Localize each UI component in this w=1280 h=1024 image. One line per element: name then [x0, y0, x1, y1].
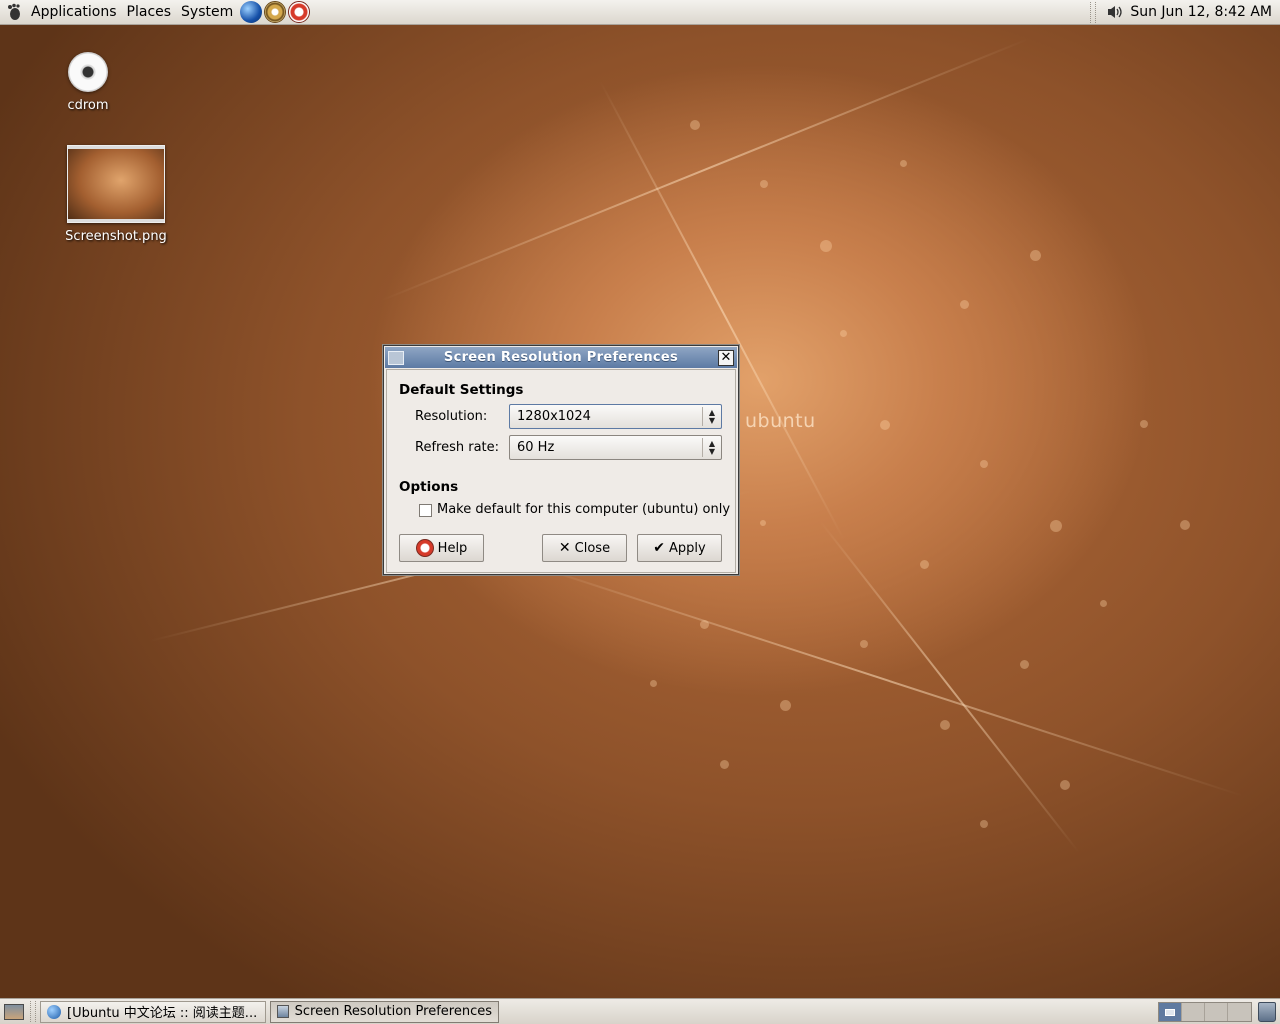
ubuntu-watermark: ubuntu	[745, 410, 816, 432]
wallpaper-streak	[379, 37, 1030, 302]
bokeh-dot	[760, 180, 768, 188]
taskbar-item-browser[interactable]: [Ubuntu 中文论坛 :: 阅读主题...	[40, 1000, 266, 1023]
bokeh-dot	[820, 240, 832, 252]
gnome-foot-icon[interactable]	[4, 2, 24, 22]
show-desktop-icon[interactable]	[4, 1003, 24, 1020]
bokeh-dot	[690, 120, 700, 130]
refresh-rate-value: 60 Hz	[517, 440, 555, 455]
desktop-icon-label: cdrom	[67, 98, 109, 113]
menu-applications[interactable]: Applications	[26, 0, 122, 25]
bokeh-dot	[880, 420, 890, 430]
workspace-1[interactable]	[1159, 1002, 1182, 1021]
bokeh-dot	[1100, 600, 1107, 607]
bokeh-dot	[940, 720, 950, 730]
screen-resolution-dialog: Screen Resolution Preferences ✕ Default …	[383, 345, 739, 575]
bokeh-dot	[760, 520, 766, 526]
bokeh-dot	[920, 560, 929, 569]
close-icon[interactable]: ✕	[718, 349, 734, 366]
globe-icon	[47, 1004, 61, 1019]
cdrom-icon	[68, 52, 108, 92]
taskbar-item-label: Screen Resolution Preferences	[294, 1004, 492, 1019]
bokeh-dot	[980, 820, 988, 828]
close-icon: ✕	[558, 540, 571, 556]
bokeh-dot	[1020, 660, 1029, 669]
clock[interactable]: Sun Jun 12, 8:42 AM	[1124, 4, 1280, 20]
options-heading: Options	[399, 479, 459, 495]
menu-system[interactable]: System	[176, 0, 238, 25]
checkmark-icon: ✔	[653, 540, 666, 556]
apply-button[interactable]: ✔ Apply	[637, 534, 722, 562]
bokeh-dot	[780, 700, 791, 711]
help-button[interactable]: Help	[399, 534, 484, 562]
bokeh-dot	[860, 640, 868, 648]
refresh-rate-combo[interactable]: 60 Hz ▲ ▼	[509, 435, 722, 460]
trash-icon[interactable]	[1258, 1001, 1276, 1022]
volume-icon[interactable]	[1106, 4, 1124, 20]
taskbar-item-label: [Ubuntu 中文论坛 :: 阅读主题...	[67, 1006, 258, 1021]
make-default-checkbox[interactable]	[419, 504, 432, 517]
taskbar-item-screen-resolution[interactable]: Screen Resolution Preferences	[270, 1000, 499, 1023]
resolution-combo[interactable]: 1280x1024 ▲ ▼	[509, 404, 722, 429]
help-icon[interactable]	[288, 1, 311, 23]
evolution-icon[interactable]	[264, 1, 287, 23]
bokeh-dot	[1180, 520, 1190, 530]
workspace-4[interactable]	[1228, 1002, 1251, 1021]
workspace-3[interactable]	[1205, 1002, 1228, 1021]
desktop-icon-label: Screenshot.png	[65, 229, 167, 244]
dialog-title: Screen Resolution Preferences	[443, 350, 679, 365]
bokeh-dot	[650, 680, 657, 687]
bokeh-dot	[980, 460, 988, 468]
desktop-icon-cdrom[interactable]: cdrom	[62, 52, 114, 113]
desktop-icon-screenshot[interactable]: Screenshot.png	[62, 145, 170, 244]
bokeh-dot	[720, 760, 729, 769]
refresh-rate-label: Refresh rate:	[415, 440, 500, 455]
help-button-label: Help	[437, 540, 468, 556]
make-default-label[interactable]: Make default for this computer (ubuntu) …	[437, 502, 730, 517]
notification-area: Sun Jun 12, 8:42 AM	[1090, 0, 1280, 25]
menu-places[interactable]: Places	[122, 0, 177, 25]
wallpaper-streak	[819, 520, 1080, 853]
bokeh-dot	[700, 620, 709, 629]
top-panel: Applications Places System Sun Jun 12, 8…	[0, 0, 1280, 25]
wallpaper-streak	[519, 560, 1244, 797]
bokeh-dot	[1140, 420, 1148, 428]
chevron-updown-icon: ▲ ▼	[708, 407, 716, 425]
workspace-switcher	[1158, 1001, 1252, 1022]
resolution-value: 1280x1024	[517, 409, 591, 424]
dialog-body: Default Settings Resolution: 1280x1024 ▲…	[386, 369, 736, 573]
bokeh-dot	[1060, 780, 1070, 790]
bokeh-dot	[1050, 520, 1062, 532]
resolution-label: Resolution:	[415, 409, 488, 424]
bokeh-dot	[840, 330, 847, 337]
bottom-panel: [Ubuntu 中文论坛 :: 阅读主题... Screen Resolutio…	[0, 998, 1280, 1024]
display-icon	[277, 1005, 289, 1018]
firefox-globe-icon[interactable]	[240, 1, 263, 23]
image-thumbnail	[67, 145, 165, 223]
panel-handle[interactable]	[30, 1001, 36, 1022]
bokeh-dot	[900, 160, 907, 167]
apply-button-label: Apply	[669, 540, 706, 556]
chevron-updown-icon: ▲ ▼	[708, 438, 716, 456]
workspace-2[interactable]	[1182, 1002, 1205, 1021]
panel-handle[interactable]	[1090, 1, 1097, 23]
dialog-titlebar[interactable]: Screen Resolution Preferences ✕	[385, 347, 737, 368]
default-settings-heading: Default Settings	[399, 382, 524, 398]
bokeh-dot	[960, 300, 969, 309]
help-icon	[415, 539, 434, 557]
bokeh-dot	[1030, 250, 1041, 261]
window-menu-icon[interactable]	[388, 350, 404, 365]
close-button-label: Close	[574, 540, 611, 556]
close-button[interactable]: ✕ Close	[542, 534, 627, 562]
